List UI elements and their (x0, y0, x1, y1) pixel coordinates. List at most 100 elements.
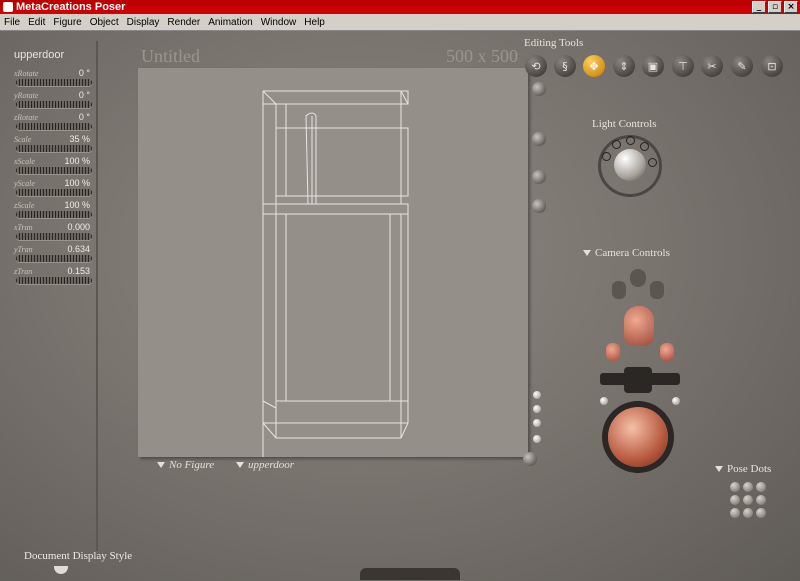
param-zrotate[interactable]: zRotate 0 ° (12, 112, 94, 135)
light-sphere-icon[interactable] (614, 149, 646, 181)
actor-menu[interactable]: upperdoor (236, 459, 294, 471)
param-dial[interactable] (16, 189, 92, 196)
menu-window[interactable]: Window (257, 17, 301, 28)
menu-bar: File Edit Figure Object Display Render A… (0, 14, 800, 31)
render-mode-button[interactable] (532, 82, 546, 96)
translate-icon[interactable]: ✥ (583, 55, 605, 77)
tracking-dot[interactable] (533, 405, 541, 413)
param-xtran[interactable]: xTran 0.000 (12, 222, 94, 245)
menu-display[interactable]: Display (123, 17, 164, 28)
param-dial[interactable] (16, 211, 92, 218)
param-value[interactable]: 100 % (64, 156, 90, 166)
param-dial[interactable] (16, 255, 92, 262)
param-xrotate[interactable]: xRotate 0 ° (12, 68, 94, 91)
param-xscale[interactable]: xScale 100 % (12, 156, 94, 179)
twist-icon[interactable]: § (554, 55, 576, 77)
param-dial[interactable] (16, 101, 92, 108)
param-dial[interactable] (16, 167, 92, 174)
maximize-button[interactable]: ▫ (768, 1, 782, 13)
document-size[interactable]: 500 x 500 (446, 46, 518, 67)
translate-in-out-icon[interactable]: ⇕ (613, 55, 635, 77)
shadow-dot[interactable] (533, 419, 541, 427)
pose-dot[interactable] (756, 495, 766, 505)
chain-break-icon[interactable]: ✂ (701, 55, 723, 77)
left-hand-camera-icon[interactable] (612, 281, 626, 299)
taper-icon[interactable]: ⊤ (672, 55, 694, 77)
param-zscale[interactable]: zScale 100 % (12, 200, 94, 223)
panel-resize-knob[interactable] (54, 566, 68, 574)
param-dial[interactable] (16, 233, 92, 240)
param-value[interactable]: 0.000 (67, 222, 90, 232)
menu-render[interactable]: Render (163, 17, 204, 28)
param-dial[interactable] (16, 145, 92, 152)
param-value[interactable]: 100 % (64, 200, 90, 210)
background-dot[interactable] (533, 435, 541, 443)
param-yrotate[interactable]: yRotate 0 ° (12, 90, 94, 113)
pose-dot[interactable] (730, 508, 740, 518)
light-dot-icon[interactable] (648, 158, 657, 167)
render-mode-button[interactable] (532, 199, 546, 213)
right-hand-camera-icon[interactable] (660, 343, 674, 361)
pose-dots-menu[interactable]: Pose Dots (715, 463, 771, 475)
param-value[interactable]: 0 ° (79, 68, 90, 78)
pose-dot[interactable] (743, 495, 753, 505)
pose-dot[interactable] (756, 508, 766, 518)
param-value[interactable]: 0.634 (67, 244, 90, 254)
param-label: yRotate (14, 91, 39, 100)
rotate-icon[interactable]: ⟲ (525, 55, 547, 77)
animation-controls-tab[interactable] (360, 568, 460, 580)
menu-edit[interactable]: Edit (24, 17, 49, 28)
depth-cue-dot[interactable] (533, 391, 541, 399)
light-dot-icon[interactable] (626, 136, 635, 145)
param-value[interactable]: 0 ° (79, 90, 90, 100)
param-value[interactable]: 0 ° (79, 112, 90, 122)
render-mode-button[interactable] (532, 132, 546, 146)
param-dial[interactable] (16, 277, 92, 284)
camera-controls-menu[interactable]: Camera Controls (583, 247, 670, 259)
minimize-button[interactable]: _ (752, 1, 766, 13)
menu-help[interactable]: Help (300, 17, 329, 28)
figure-menu[interactable]: No Figure (157, 459, 214, 471)
face-camera-icon[interactable] (630, 269, 646, 287)
pose-dot[interactable] (743, 482, 753, 492)
pose-dot[interactable] (756, 482, 766, 492)
flyaround-dot[interactable] (672, 397, 680, 405)
scale-icon[interactable]: ▣ (642, 55, 664, 77)
menu-object[interactable]: Object (86, 17, 123, 28)
flyaround-dot[interactable] (600, 397, 608, 405)
light-dot-icon[interactable] (640, 142, 649, 151)
param-ytran[interactable]: yTran 0.634 (12, 244, 94, 267)
pose-dot[interactable] (730, 482, 740, 492)
close-button[interactable]: × (784, 1, 798, 13)
light-dot-icon[interactable] (602, 152, 611, 161)
light-dot-icon[interactable] (612, 140, 621, 149)
menu-animation[interactable]: Animation (204, 17, 256, 28)
param-yscale[interactable]: yScale 100 % (12, 178, 94, 201)
document-viewport[interactable] (138, 68, 528, 457)
param-ztran[interactable]: zTran 0.153 (12, 266, 94, 289)
right-hand-camera-icon[interactable] (650, 281, 664, 299)
param-dial[interactable] (16, 79, 92, 86)
color-icon[interactable]: ✎ (731, 55, 753, 77)
param-value[interactable]: 100 % (64, 178, 90, 188)
menu-figure[interactable]: Figure (49, 17, 85, 28)
move-y-control[interactable] (624, 367, 652, 393)
param-label: zRotate (14, 113, 38, 122)
pose-dot[interactable] (743, 508, 753, 518)
view-magnifier-icon[interactable]: ⊡ (761, 55, 783, 77)
pose-dots-label: Pose Dots (727, 463, 772, 475)
param-value[interactable]: 35 % (69, 134, 90, 144)
param-dial[interactable] (16, 123, 92, 130)
pose-dot[interactable] (730, 495, 740, 505)
render-mode-button[interactable] (532, 170, 546, 184)
param-scale[interactable]: Scale 35 % (12, 134, 94, 157)
current-actor-label[interactable]: upperdoor (14, 49, 64, 61)
actor-menu-label: upperdoor (248, 459, 295, 471)
trackball-icon[interactable] (608, 407, 668, 467)
light-controls-label: Light Controls (592, 118, 657, 130)
viewport-resize-button[interactable] (523, 452, 537, 466)
param-value[interactable]: 0.153 (67, 266, 90, 276)
left-hand-camera-icon[interactable] (606, 343, 620, 361)
menu-file[interactable]: File (0, 17, 24, 28)
head-camera-icon[interactable] (624, 306, 654, 346)
